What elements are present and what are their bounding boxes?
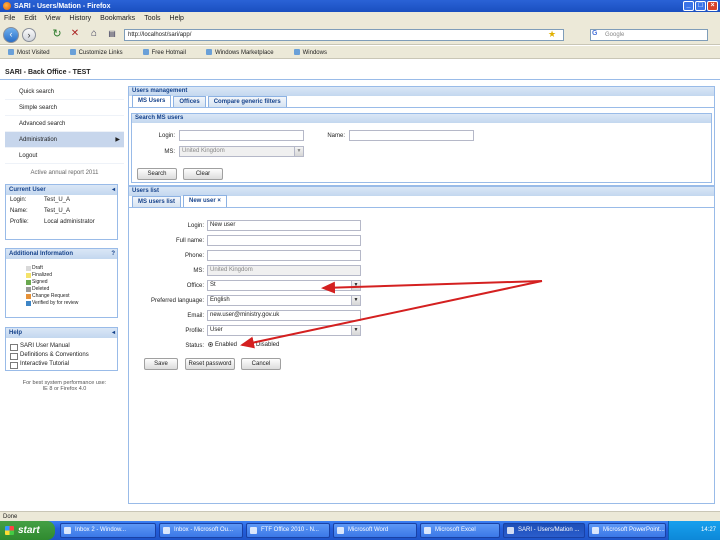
screen: SARI - Users/Mation - Firefox _ □ × File…	[0, 0, 720, 540]
system-tray: 14:27	[668, 521, 720, 540]
task-microsoft-excel[interactable]: Microsoft Excel	[420, 523, 500, 538]
task-microsoft-powerpoint[interactable]: Microsoft PowerPoint...	[588, 523, 666, 538]
task-inbox-window[interactable]: Inbox 2 - Window...	[60, 523, 156, 538]
arrow-to-status	[240, 280, 543, 349]
annotation-arrows	[240, 280, 543, 349]
browser-statusbar: Done	[0, 511, 720, 521]
start-button[interactable]: start	[0, 521, 55, 540]
clock: 14:27	[700, 527, 716, 533]
task-microsoft-word[interactable]: Microsoft Word	[333, 523, 417, 538]
windows-taskbar: start Inbox 2 - Window... Inbox - Micros…	[0, 521, 720, 540]
arrow-to-office	[321, 280, 543, 294]
task-inbox-outlook[interactable]: Inbox - Microsoft Ou...	[159, 523, 243, 538]
task-sari-firefox[interactable]: SARI - Users/Mation ...	[503, 523, 585, 538]
task-ftf-office[interactable]: FTF Office 2010 - N...	[246, 523, 330, 538]
